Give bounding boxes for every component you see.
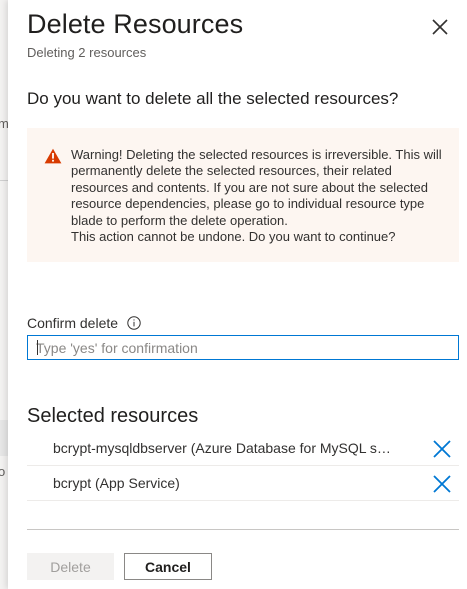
background-block (0, 420, 8, 456)
resource-name: bcrypt-mysqldbserver (Azure Database for… (53, 440, 391, 456)
selected-resources-heading: Selected resources (27, 405, 199, 427)
resource-row: bcrypt (App Service) (27, 467, 459, 501)
remove-x-icon (433, 475, 451, 493)
background-blade: m o (0, 0, 8, 589)
delete-button[interactable]: Delete (27, 553, 114, 580)
cancel-button[interactable]: Cancel (124, 553, 212, 580)
close-icon (432, 19, 448, 35)
resource-name: bcrypt (App Service) (53, 475, 180, 491)
warning-message-box: Warning! Deleting the selected resources… (27, 128, 459, 262)
confirm-delete-input[interactable] (27, 335, 459, 360)
delete-question: Do you want to delete all the selected r… (27, 89, 399, 108)
panel-title: Delete Resources (27, 9, 244, 39)
text-cursor (37, 340, 38, 355)
footer-divider (27, 529, 459, 530)
background-text: m (0, 116, 8, 131)
panel-subtitle: Deleting 2 resources (27, 45, 147, 60)
close-button[interactable] (429, 16, 451, 38)
warning-triangle-icon (44, 148, 62, 164)
delete-resources-panel: Delete Resources Deleting 2 resources Do… (8, 0, 467, 589)
background-text: o (0, 464, 6, 479)
background-divider (0, 180, 8, 181)
remove-x-icon (433, 440, 451, 458)
confirm-delete-label-text: Confirm delete (27, 315, 119, 331)
warning-text: Warning! Deleting the selected resources… (71, 147, 442, 245)
confirm-delete-label: Confirm delete (27, 315, 141, 331)
remove-resource-button[interactable] (431, 438, 453, 460)
info-icon[interactable] (127, 316, 141, 330)
resource-row: bcrypt-mysqldbserver (Azure Database for… (27, 432, 459, 466)
remove-resource-button[interactable] (431, 473, 453, 495)
